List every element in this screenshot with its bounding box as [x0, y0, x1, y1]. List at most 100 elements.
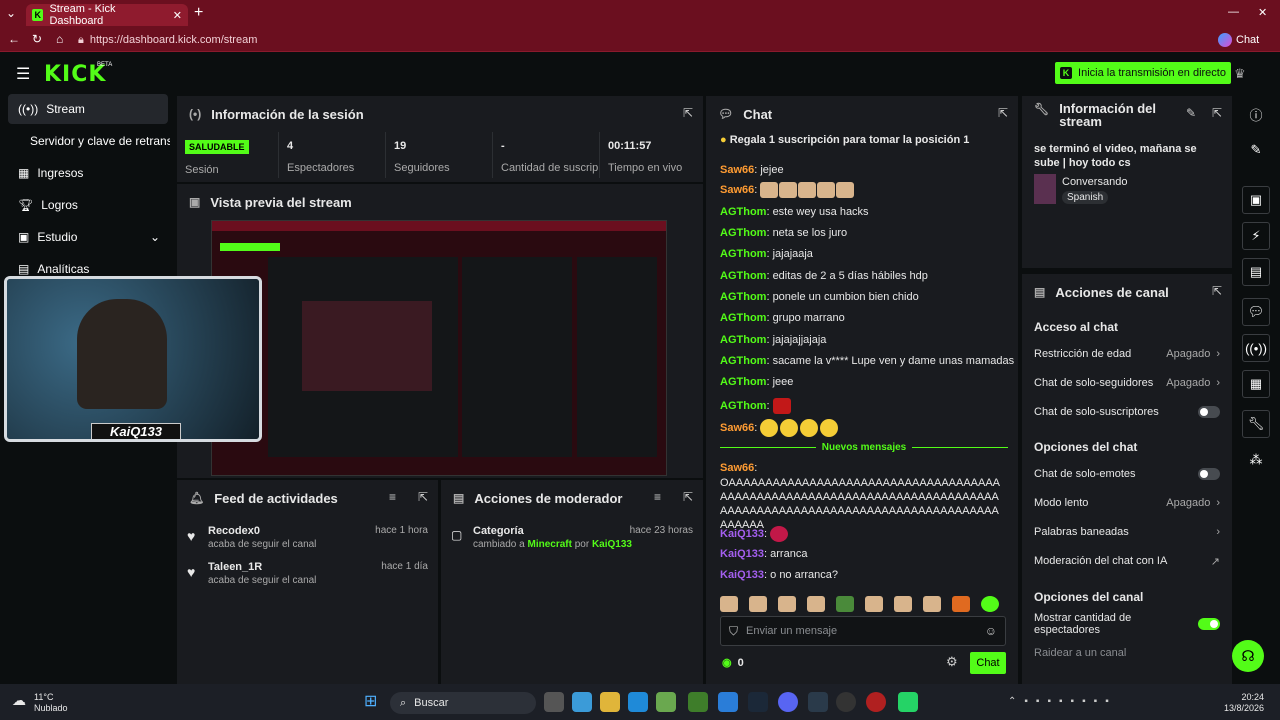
- emote-icon[interactable]: [865, 596, 883, 612]
- wrench-icon[interactable]: 🔧︎: [1242, 410, 1270, 438]
- ai-moderation-row[interactable]: Moderación del chat con IA ↗: [1034, 548, 1220, 574]
- age-restriction-row[interactable]: Restricción de edad Apagado ›: [1034, 341, 1220, 367]
- emote-icon[interactable]: [894, 596, 912, 612]
- edit-icon[interactable]: ✎: [1242, 136, 1270, 164]
- browser-tab[interactable]: K Stream - Kick Dashboard ✕: [26, 3, 188, 27]
- chat-user[interactable]: AGThom: [720, 291, 766, 303]
- emote-icon[interactable]: [720, 596, 738, 612]
- back-icon[interactable]: ←: [8, 32, 20, 46]
- obs-icon[interactable]: [836, 692, 856, 712]
- new-tab-icon[interactable]: +: [194, 4, 203, 22]
- followers-only-row[interactable]: Chat de solo-seguidores Apagado ›: [1034, 370, 1220, 396]
- app-icon[interactable]: [656, 692, 676, 712]
- sidebar-item-ingresos[interactable]: ▦ Ingresos: [8, 158, 168, 188]
- system-tray[interactable]: ⌃▪▪▪▪▪▪▪▪: [1008, 696, 1117, 707]
- chat-bubble-icon[interactable]: 💬︎: [1242, 298, 1270, 326]
- emote-icon[interactable]: [923, 596, 941, 612]
- weather-widget[interactable]: 11°C Nublado: [34, 692, 68, 714]
- chat-user[interactable]: KaiQ133: [720, 548, 764, 560]
- apps-icon[interactable]: ⁂: [1242, 446, 1270, 474]
- close-window-icon[interactable]: ✕: [1258, 6, 1267, 19]
- emote-icon[interactable]: [778, 596, 796, 612]
- profile-icon[interactable]: ♛: [1234, 66, 1246, 82]
- close-tab-icon[interactable]: ✕: [173, 9, 182, 22]
- filter-icon[interactable]: ≡: [654, 490, 661, 504]
- emoji-icon[interactable]: ☺: [985, 624, 997, 638]
- activity-user[interactable]: Recodex0: [208, 525, 260, 537]
- url-field[interactable]: 🔒︎ https://dashboard.kick.com/stream: [78, 31, 998, 49]
- emote-icon[interactable]: [952, 596, 970, 612]
- send-chat-button[interactable]: Chat: [970, 652, 1006, 674]
- raid-row[interactable]: Raidear a un canal: [1034, 640, 1220, 666]
- app-icon[interactable]: [808, 692, 828, 712]
- go-live-button[interactable]: K Inicia la transmisión en directo: [1055, 62, 1231, 84]
- home-icon[interactable]: ⌂: [56, 32, 63, 46]
- app-icon[interactable]: [718, 692, 738, 712]
- broadcast-icon[interactable]: ((•)): [1242, 334, 1270, 362]
- edge-icon[interactable]: [628, 692, 648, 712]
- app-icon[interactable]: [572, 692, 592, 712]
- edit-icon[interactable]: ✎: [1186, 106, 1196, 120]
- subscribers-only-toggle[interactable]: [1198, 406, 1220, 418]
- activity-user[interactable]: Taleen_1R: [208, 561, 262, 573]
- chat-user[interactable]: AGThom: [720, 206, 766, 218]
- app-icon[interactable]: [866, 692, 886, 712]
- expand-icon[interactable]: ⇱: [1212, 106, 1222, 120]
- emote-icon[interactable]: [981, 596, 999, 612]
- chat-user[interactable]: AGThom: [720, 227, 766, 239]
- expand-icon[interactable]: ⇱: [418, 490, 428, 504]
- pinned-gift-banner[interactable]: ● Regala 1 suscripción para tomar la pos…: [720, 134, 969, 146]
- mod-action-user[interactable]: KaiQ133: [592, 539, 632, 550]
- file-explorer-icon[interactable]: [600, 692, 620, 712]
- menu-icon[interactable]: ☰: [16, 64, 30, 84]
- chat-user[interactable]: Saw66: [720, 184, 754, 196]
- emote-icon[interactable]: [749, 596, 767, 612]
- document-icon[interactable]: ▤: [1242, 258, 1270, 286]
- emote-icon[interactable]: [807, 596, 825, 612]
- taskbar-search[interactable]: ⌕ Buscar: [390, 692, 536, 714]
- chat-user[interactable]: AGThom: [720, 400, 766, 412]
- copilot-chat-button[interactable]: Chat: [1218, 33, 1259, 47]
- tab-list-icon[interactable]: ⌄: [6, 6, 16, 20]
- lightning-icon[interactable]: ⚡︎: [1242, 222, 1270, 250]
- banned-words-row[interactable]: Palabras baneadas ›: [1034, 519, 1220, 545]
- screen-icon[interactable]: ▣: [1242, 186, 1270, 214]
- show-viewers-toggle[interactable]: [1198, 618, 1220, 630]
- expand-icon[interactable]: ⇱: [1212, 284, 1222, 298]
- info-icon[interactable]: ⓘ: [1242, 100, 1270, 128]
- expand-icon[interactable]: ⇱: [683, 490, 693, 504]
- refresh-icon[interactable]: ↻: [32, 32, 42, 46]
- slow-mode-row[interactable]: Modo lento Apagado ›: [1034, 490, 1220, 516]
- emotes-only-toggle[interactable]: [1198, 468, 1220, 480]
- minecraft-icon[interactable]: [688, 692, 708, 712]
- chat-user[interactable]: Saw66: [720, 422, 754, 434]
- expand-icon[interactable]: ⇱: [998, 106, 1008, 120]
- chat-user[interactable]: AGThom: [720, 270, 766, 282]
- chat-user[interactable]: AGThom: [720, 312, 766, 324]
- minimize-icon[interactable]: —: [1228, 6, 1239, 18]
- chat-user[interactable]: Saw66: [720, 164, 754, 176]
- whatsapp-icon[interactable]: [898, 692, 918, 712]
- sidebar-item-stream[interactable]: ((•)) Stream: [8, 94, 168, 124]
- chat-user[interactable]: AGThom: [720, 248, 766, 260]
- help-button[interactable]: ☊: [1232, 640, 1264, 672]
- chat-user[interactable]: AGThom: [720, 355, 766, 367]
- chat-user[interactable]: Saw66: [720, 462, 754, 474]
- filter-icon[interactable]: ≡: [389, 490, 396, 504]
- sidebar-item-logros[interactable]: 🏆︎ Logros: [8, 190, 168, 220]
- settings-icon[interactable]: ⚙: [946, 654, 958, 670]
- kick-points[interactable]: ◉ 0: [722, 656, 744, 670]
- steam-icon[interactable]: [748, 692, 768, 712]
- chat-input[interactable]: ⛉ Enviar un mensaje ☺: [720, 616, 1006, 646]
- mod-action-category[interactable]: Minecraft: [527, 539, 571, 550]
- clock[interactable]: 20:24 13/8/2026: [1224, 692, 1264, 714]
- task-view-icon[interactable]: [544, 692, 564, 712]
- expand-icon[interactable]: ⇱: [683, 106, 693, 120]
- chat-user[interactable]: KaiQ133: [720, 569, 764, 581]
- windows-start-icon[interactable]: ⊞: [364, 692, 384, 712]
- emote-icon[interactable]: [836, 596, 854, 612]
- sidebar-item-server-key[interactable]: Servidor y clave de retransm: [20, 126, 170, 156]
- discord-icon[interactable]: [778, 692, 798, 712]
- sidebar-item-estudio[interactable]: ▣ Estudio ⌄: [8, 222, 168, 252]
- chat-user[interactable]: AGThom: [720, 334, 766, 346]
